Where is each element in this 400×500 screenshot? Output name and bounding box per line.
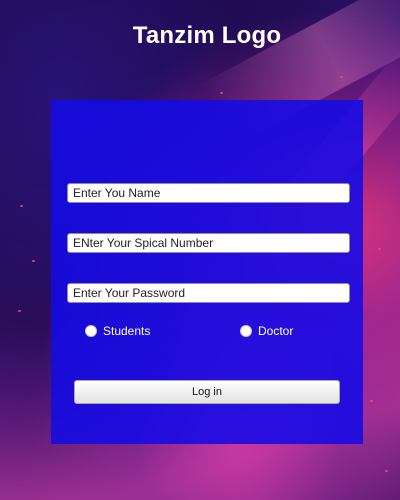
app-title: Tanzim Logo	[132, 22, 282, 49]
name-input[interactable]	[67, 183, 350, 203]
login-card: Students Doctor Log in	[51, 100, 363, 444]
background-speck	[220, 92, 223, 94]
doctor-label: Doctor	[258, 324, 294, 338]
background-speck	[32, 260, 35, 262]
password-input[interactable]	[67, 283, 350, 303]
role-option-doctor[interactable]: Doctor	[240, 324, 293, 338]
students-label: Students	[103, 324, 151, 338]
background-speck	[18, 310, 21, 312]
background-speck	[385, 470, 388, 472]
background-speck	[20, 205, 23, 207]
background-speck	[378, 248, 381, 250]
background-speck	[340, 76, 343, 78]
students-radio[interactable]	[85, 325, 97, 337]
background-speck	[370, 400, 373, 402]
role-option-students[interactable]: Students	[85, 324, 150, 338]
login-button[interactable]: Log in	[74, 380, 340, 404]
doctor-radio[interactable]	[240, 325, 252, 337]
special-number-input[interactable]	[67, 233, 350, 253]
